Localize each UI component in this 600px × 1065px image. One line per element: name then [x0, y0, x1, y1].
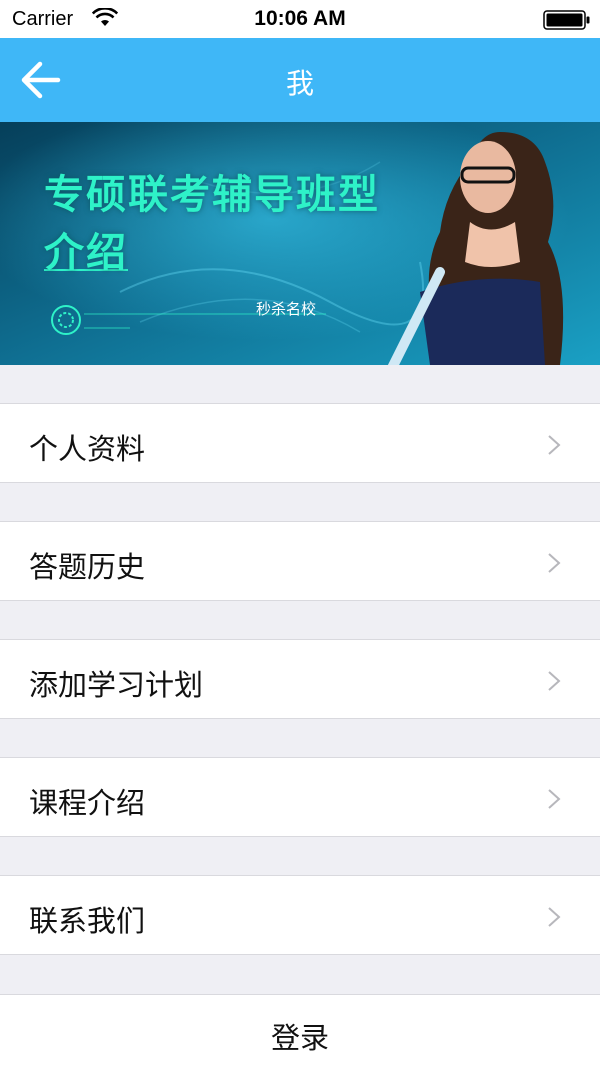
login-button[interactable]: 登录: [0, 994, 600, 1065]
menu-item-contact-us[interactable]: 联系我们: [0, 875, 600, 955]
chevron-right-icon: [548, 789, 561, 809]
menu-item-label: 答题历史: [29, 550, 146, 584]
chevron-right-icon: [548, 671, 561, 691]
page-title: 我: [285, 67, 314, 100]
status-bar: Carrier 10:06 AM: [0, 0, 600, 38]
chevron-right-icon: [548, 553, 561, 573]
menu-item-add-study-plan[interactable]: 添加学习计划: [0, 639, 600, 719]
status-time: 10:06 AM: [254, 7, 346, 30]
banner-title-line2: 介绍: [44, 230, 128, 276]
menu-item-course-intro[interactable]: 课程介绍: [0, 757, 600, 837]
menu-item-label: 个人资料: [29, 432, 146, 466]
nav-bar: 我: [0, 38, 600, 122]
menu-item-label: 联系我们: [29, 904, 146, 938]
banner-subtitle: 秒杀名校: [256, 300, 317, 318]
menu-item-label: 添加学习计划: [29, 668, 204, 702]
menu-item-profile[interactable]: 个人资料: [0, 403, 600, 483]
login-label: 登录: [270, 1021, 329, 1055]
course-banner[interactable]: 专硕联考辅导班型 介绍 秒杀名校: [0, 122, 600, 365]
menu-item-answer-history[interactable]: 答题历史: [0, 521, 600, 601]
banner-title-line1: 专硕联考辅导班型: [44, 172, 380, 218]
chevron-right-icon: [548, 435, 561, 455]
battery-icon: [543, 10, 590, 30]
menu-item-label: 课程介绍: [29, 786, 146, 820]
chevron-right-icon: [548, 907, 561, 927]
